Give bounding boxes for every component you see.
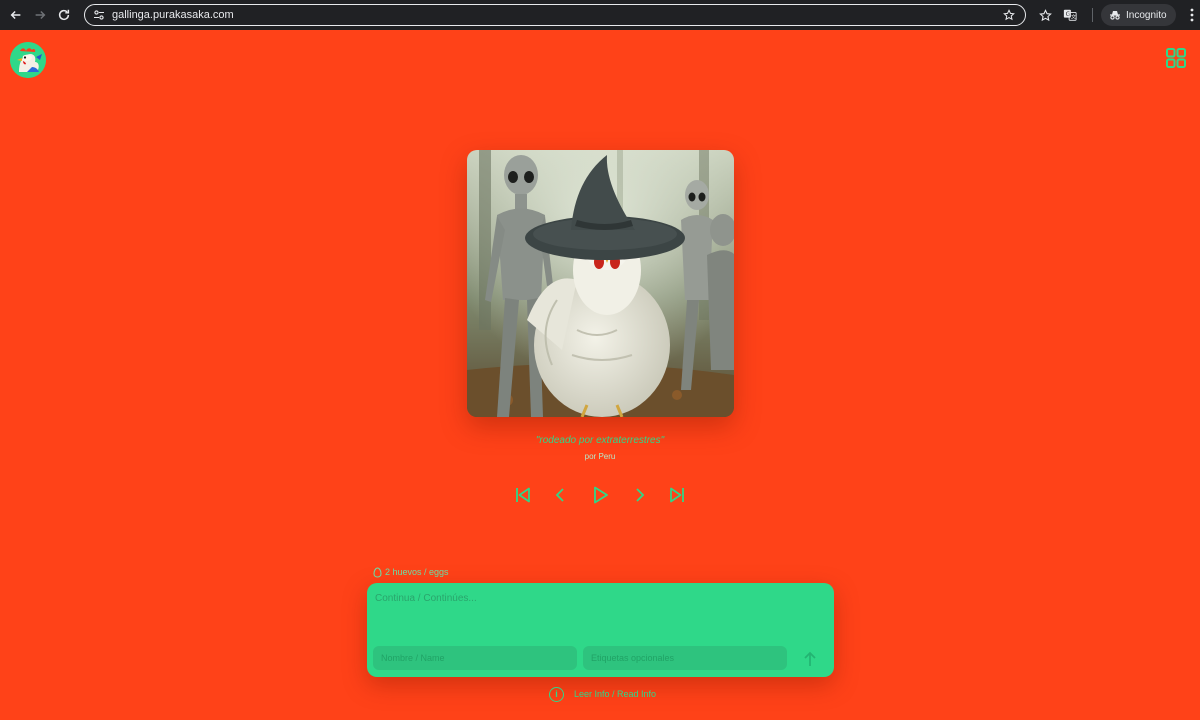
reload-button[interactable] (52, 3, 76, 27)
eggs-label: 2 huevos / eggs (385, 567, 449, 577)
play-icon[interactable] (589, 484, 611, 506)
forward-button[interactable] (28, 3, 52, 27)
tags-input[interactable] (583, 646, 787, 670)
translate-icon[interactable]: G文 (1059, 4, 1081, 26)
egg-icon (373, 566, 382, 578)
toolbar-divider (1092, 8, 1093, 22)
bookmarks-icon[interactable] (1034, 4, 1056, 26)
reload-icon (58, 9, 70, 21)
artwork-caption: "rodeado por extraterrestres" (535, 435, 665, 446)
info-icon: i (549, 686, 564, 702)
browser-toolbar: gallinga.purakasaka.com G文 Incognito (0, 0, 1200, 30)
site-info-icon[interactable] (88, 6, 110, 24)
grid-icon[interactable] (1164, 46, 1188, 70)
browser-menu-icon[interactable] (1182, 4, 1200, 26)
svg-text:G: G (1066, 11, 1071, 18)
skip-back-icon[interactable] (512, 484, 534, 506)
address-bar[interactable]: gallinga.purakasaka.com (84, 4, 1026, 26)
incognito-badge[interactable]: Incognito (1101, 4, 1176, 26)
next-icon[interactable] (629, 484, 651, 506)
arrow-up-icon (804, 651, 816, 666)
bookmark-star-icon[interactable] (999, 5, 1019, 25)
rooster-logo-icon[interactable] (10, 42, 46, 78)
back-button[interactable] (4, 3, 28, 27)
previous-icon[interactable] (549, 484, 571, 506)
eggs-count: 2 huevos / eggs (373, 566, 449, 578)
player-controls (510, 484, 690, 506)
svg-text:文: 文 (1071, 13, 1077, 21)
arrow-right-icon (35, 10, 46, 20)
info-label: Leer Info / Read Info (574, 689, 657, 699)
read-info-link[interactable]: i Leer Info / Read Info (549, 686, 656, 702)
incognito-label: Incognito (1126, 9, 1167, 21)
send-button[interactable] (799, 648, 821, 670)
incognito-icon (1110, 11, 1120, 20)
arrow-left-icon (10, 10, 21, 20)
artwork-image (467, 150, 734, 417)
composer-panel (367, 583, 834, 677)
artwork-byline: por Peru (584, 452, 616, 461)
name-input[interactable] (373, 646, 577, 670)
toolbar-actions: G文 Incognito (1034, 3, 1200, 27)
skip-forward-icon[interactable] (666, 484, 688, 506)
url-text[interactable]: gallinga.purakasaka.com (112, 9, 999, 21)
continue-prompt-input[interactable] (375, 593, 815, 633)
